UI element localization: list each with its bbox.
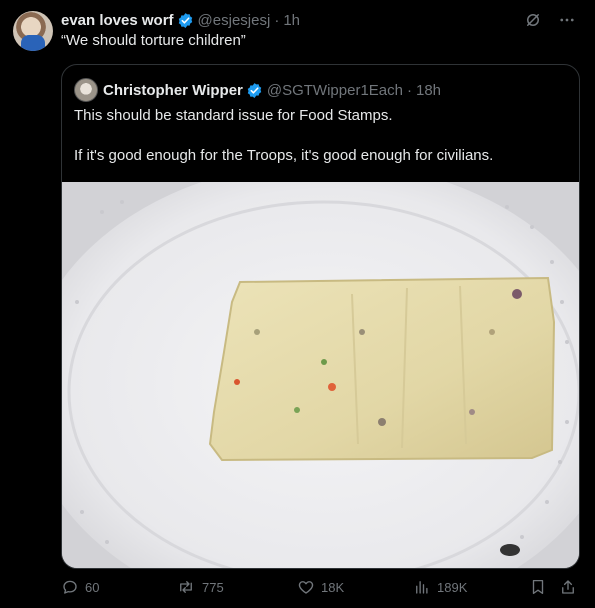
- verified-badge-icon: [246, 82, 263, 99]
- quote-author-name[interactable]: Christopher Wipper: [103, 82, 243, 99]
- repost-count: 775: [202, 579, 224, 595]
- author-handle[interactable]: @esjesjesj: [198, 12, 271, 29]
- more-icon[interactable]: [557, 10, 577, 30]
- reply-button[interactable]: 60: [61, 578, 99, 596]
- views-icon: [416, 581, 428, 594]
- tweet[interactable]: evan loves worf @esjesjesj · 1h “We shou…: [0, 0, 595, 608]
- tweet-actions: 60 775 18K 189K: [61, 578, 581, 602]
- quote-photo[interactable]: [62, 182, 579, 568]
- bookmark-icon: [532, 579, 544, 595]
- quoted-tweet[interactable]: Christopher Wipper @SGTWipper1Each · 18h…: [61, 64, 580, 569]
- author-avatar[interactable]: [13, 11, 53, 51]
- like-count: 18K: [321, 579, 345, 595]
- quote-text-line-1: This should be standard issue for Food S…: [74, 107, 393, 124]
- tweet-top-actions: [523, 10, 577, 30]
- food-on-plate-image: [62, 182, 579, 568]
- repost-button[interactable]: 775: [176, 578, 224, 596]
- quote-text-line-2: If it's good enough for the Troops, it's…: [74, 147, 494, 164]
- quote-author-avatar[interactable]: [74, 78, 98, 102]
- quote-header: Christopher Wipper @SGTWipper1Each · 18h: [74, 78, 441, 102]
- separator-dot: ·: [274, 11, 280, 29]
- tweet-header: evan loves worf @esjesjesj · 1h: [61, 10, 300, 30]
- share-button[interactable]: [559, 578, 583, 596]
- like-icon: [298, 581, 314, 594]
- quote-time[interactable]: 18h: [416, 82, 441, 99]
- quote-author-handle[interactable]: @SGTWipper1Each: [267, 82, 403, 99]
- separator-dot: ·: [406, 81, 412, 99]
- views-button[interactable]: 189K: [413, 578, 467, 596]
- tweet-text: “We should torture children”: [61, 32, 246, 49]
- views-count: 189K: [437, 579, 468, 595]
- reply-count: 60: [85, 579, 100, 595]
- repost-icon: [180, 581, 192, 593]
- author-name[interactable]: evan loves worf: [61, 12, 174, 29]
- share-icon: [562, 580, 574, 594]
- avatar-figure: [21, 35, 45, 51]
- reply-icon: [63, 580, 77, 594]
- grok-icon[interactable]: [523, 10, 543, 30]
- verified-badge-icon: [177, 12, 194, 29]
- post-time[interactable]: 1h: [283, 12, 300, 29]
- like-button[interactable]: 18K: [297, 578, 344, 596]
- bookmark-button[interactable]: [529, 578, 553, 596]
